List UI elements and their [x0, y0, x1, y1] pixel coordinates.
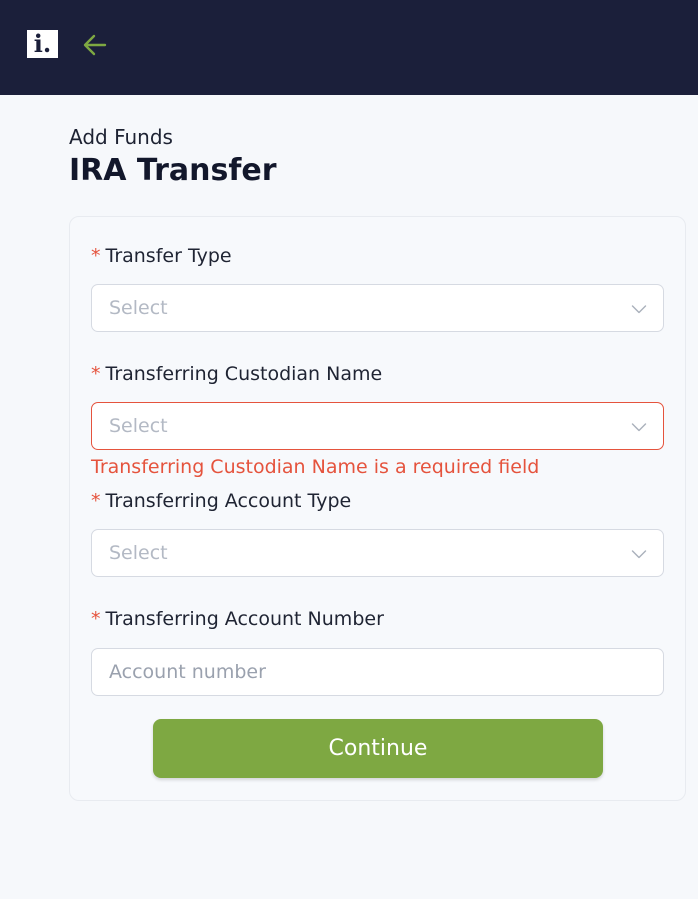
- transfer-type-select[interactable]: Select: [91, 284, 664, 332]
- custodian-name-select[interactable]: Select: [91, 402, 664, 450]
- continue-button[interactable]: Continue: [153, 719, 603, 778]
- account-type-label: * Transferring Account Type: [91, 490, 351, 512]
- arrow-left-icon: [83, 34, 107, 56]
- custodian-name-error: Transferring Custodian Name is a require…: [91, 456, 540, 478]
- back-button[interactable]: [80, 30, 110, 60]
- account-number-label-text: Transferring Account Number: [105, 608, 384, 630]
- custodian-name-label: * Transferring Custodian Name: [91, 363, 382, 385]
- transfer-type-placeholder: Select: [109, 297, 168, 319]
- account-number-input[interactable]: [92, 649, 663, 695]
- logo: i.: [27, 30, 58, 58]
- transfer-type-label-text: Transfer Type: [105, 245, 232, 267]
- custodian-name-placeholder: Select: [109, 415, 168, 437]
- custodian-name-label-text: Transferring Custodian Name: [105, 363, 383, 385]
- required-mark: *: [91, 363, 101, 385]
- account-type-label-text: Transferring Account Type: [105, 490, 352, 512]
- required-mark: *: [91, 490, 101, 512]
- required-mark: *: [91, 245, 101, 267]
- chevron-down-icon: [631, 546, 647, 562]
- transfer-type-label: * Transfer Type: [91, 245, 232, 267]
- account-type-select[interactable]: Select: [91, 529, 664, 577]
- chevron-down-icon: [631, 419, 647, 435]
- required-mark: *: [91, 608, 101, 630]
- page-title: IRA Transfer: [69, 153, 277, 188]
- top-header: i.: [0, 0, 698, 95]
- account-type-placeholder: Select: [109, 542, 168, 564]
- account-number-field: [91, 648, 664, 696]
- page-subtitle: Add Funds: [69, 125, 173, 149]
- account-number-label: * Transferring Account Number: [91, 608, 384, 630]
- chevron-down-icon: [631, 301, 647, 317]
